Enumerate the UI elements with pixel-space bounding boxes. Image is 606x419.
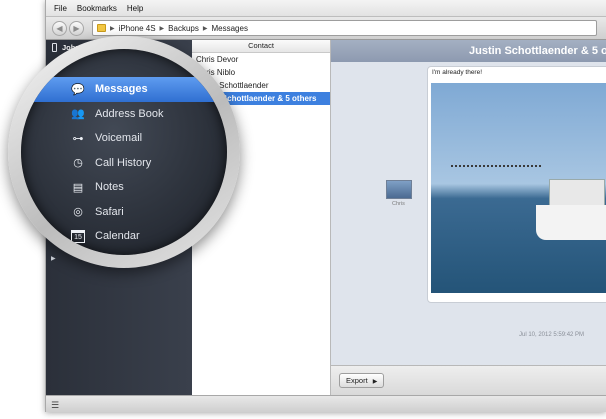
message-timestamp: Jul 10, 2012 5:59:42 PM bbox=[519, 332, 585, 338]
sidebar-item-address-book[interactable]: 👥 Address Book bbox=[21, 102, 227, 127]
menu-help[interactable]: Help bbox=[127, 4, 143, 13]
breadcrumb-separator-icon: ▶ bbox=[159, 25, 165, 32]
chevron-right-icon: ▶ bbox=[73, 23, 80, 33]
sidebar-item-calendar[interactable]: 15 Calendar bbox=[21, 224, 227, 249]
conversation-footer: Export ▶ bbox=[331, 365, 606, 395]
breadcrumb: ▶ iPhone 4S ▶ Backups ▶ Messages bbox=[92, 20, 597, 36]
message-bubble: I'm already there! bbox=[427, 66, 606, 303]
menu-bookmarks[interactable]: Bookmarks bbox=[77, 4, 117, 13]
sidebar-item-voicemail[interactable]: ⊶ Voicemail bbox=[21, 126, 227, 151]
sidebar-item-label: Call History bbox=[95, 156, 152, 169]
voicemail-icon: ⊶ bbox=[72, 132, 84, 145]
clock-icon: ◷ bbox=[73, 157, 83, 170]
notes-icon: ▤ bbox=[72, 181, 84, 194]
breadcrumb-messages[interactable]: Messages bbox=[211, 24, 247, 33]
sidebar-item-label: Address Book bbox=[95, 107, 164, 120]
magnifier-lens: 💬 Messages 👥 Address Book ⊶ Voicemail ◷ … bbox=[8, 36, 240, 268]
breadcrumb-device[interactable]: iPhone 4S bbox=[119, 24, 156, 33]
avatar bbox=[386, 180, 412, 199]
conversation-pane: Justin Schottlaender & 5 o Chris I'm alr… bbox=[331, 40, 606, 395]
hamburger-icon[interactable]: ☰ bbox=[51, 400, 59, 411]
back-button[interactable]: ◀ bbox=[52, 20, 67, 36]
sidebar-item-messages[interactable]: 💬 Messages bbox=[21, 77, 227, 102]
triangle-right-icon: ▶ bbox=[372, 379, 378, 385]
forward-button[interactable]: ▶ bbox=[69, 20, 84, 36]
sidebar-item-notes[interactable]: ▤ Notes bbox=[21, 175, 227, 200]
speech-bubble-icon: 💬 bbox=[71, 83, 85, 96]
attached-photo[interactable] bbox=[431, 83, 606, 293]
jumping-people bbox=[451, 165, 541, 195]
conversation-title: Justin Schottlaender & 5 o bbox=[331, 40, 606, 62]
sender-name: Chris bbox=[392, 201, 405, 207]
export-button[interactable]: Export ▶ bbox=[339, 373, 384, 388]
contact-row[interactable]: Chris Devor bbox=[192, 53, 330, 66]
chevron-left-icon: ◀ bbox=[56, 23, 63, 33]
sidebar-item-label: Messages bbox=[95, 83, 148, 96]
iphone-icon bbox=[52, 43, 57, 52]
sidebar-item-call-history[interactable]: ◷ Call History bbox=[21, 151, 227, 176]
sidebar-item-label: Voicemail bbox=[95, 132, 143, 145]
menu-file[interactable]: File bbox=[54, 4, 67, 13]
compass-icon: ◎ bbox=[73, 206, 83, 219]
folder-icon bbox=[97, 24, 106, 32]
export-label: Export bbox=[346, 376, 368, 385]
sidebar-item-safari[interactable]: ◎ Safari bbox=[21, 200, 227, 225]
sidebar-item-label: Notes bbox=[95, 181, 124, 194]
sidebar-category-list: 💬 Messages 👥 Address Book ⊶ Voicemail ◷ … bbox=[21, 77, 227, 249]
disclosure-triangle-icon[interactable]: ▶ bbox=[51, 255, 56, 262]
message-text: I'm already there! bbox=[432, 69, 483, 76]
status-bar: ☰ bbox=[46, 395, 606, 412]
people-icon: 👥 bbox=[71, 108, 85, 121]
breadcrumb-separator-icon: ▶ bbox=[110, 25, 115, 32]
magnifier-inner: 💬 Messages 👥 Address Book ⊶ Voicemail ◷ … bbox=[21, 49, 227, 255]
sidebar-item-label: Safari bbox=[95, 205, 124, 218]
breadcrumb-backups[interactable]: Backups bbox=[168, 24, 199, 33]
boat-hull bbox=[536, 205, 606, 240]
boat-cabin bbox=[549, 179, 605, 207]
menu-bar: File Bookmarks Help bbox=[46, 0, 606, 17]
contact-column-header[interactable]: Contact bbox=[192, 40, 330, 53]
breadcrumb-separator-icon: ▶ bbox=[202, 25, 208, 32]
calendar-icon: 15 bbox=[71, 229, 85, 243]
sidebar-item-label: Calendar bbox=[95, 230, 140, 243]
